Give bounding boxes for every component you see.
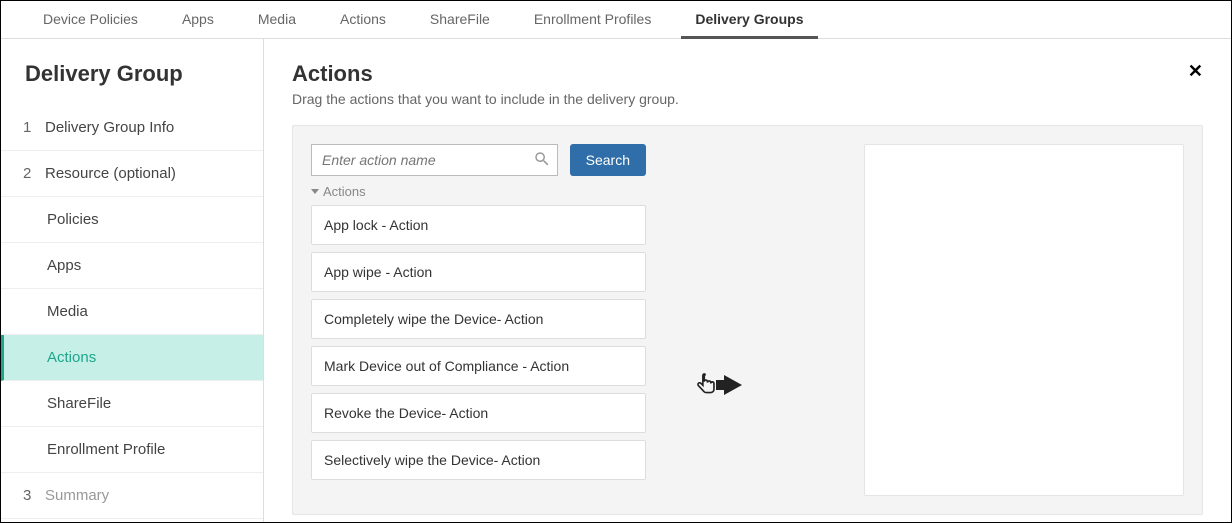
sidebar-item-apps[interactable]: Apps [1, 243, 263, 289]
tab-enrollment-profiles[interactable]: Enrollment Profiles [512, 1, 674, 38]
search-input[interactable] [322, 152, 533, 168]
sidebar-step-summary[interactable]: 3 Summary [1, 473, 263, 519]
search-box [311, 144, 558, 176]
tab-apps[interactable]: Apps [160, 1, 236, 38]
drag-hint [664, 144, 774, 496]
tab-delivery-groups[interactable]: Delivery Groups [673, 1, 825, 38]
caret-down-icon [311, 189, 319, 194]
close-icon[interactable]: ✕ [1188, 61, 1203, 82]
page-title: Actions [292, 61, 1203, 87]
sidebar-item-enrollment-profile[interactable]: Enrollment Profile [1, 427, 263, 473]
main-content: Actions Drag the actions that you want t… [264, 39, 1231, 522]
step-number: 3 [23, 487, 35, 504]
sidebar-item-sharefile[interactable]: ShareFile [1, 381, 263, 427]
tab-actions[interactable]: Actions [318, 1, 408, 38]
sidebar-item-policies[interactable]: Policies [1, 197, 263, 243]
top-tabs: Device PoliciesAppsMediaActionsShareFile… [1, 1, 1231, 39]
search-icon[interactable] [533, 150, 551, 171]
action-item[interactable]: App lock - Action [311, 205, 646, 245]
action-item[interactable]: App wipe - Action [311, 252, 646, 292]
target-column[interactable] [864, 144, 1184, 496]
main-layout: Delivery Group 1 Delivery Group Info 2 R… [1, 39, 1231, 522]
sidebar-step-2[interactable]: 2 Resource (optional) [1, 151, 263, 197]
action-item[interactable]: Mark Device out of Compliance - Action [311, 346, 646, 386]
step-number: 2 [23, 165, 35, 182]
page-subtitle: Drag the actions that you want to includ… [292, 91, 1203, 107]
tab-device-policies[interactable]: Device Policies [21, 1, 160, 38]
search-button[interactable]: Search [570, 144, 646, 176]
action-item[interactable]: Selectively wipe the Device- Action [311, 440, 646, 480]
sidebar-item-media[interactable]: Media [1, 289, 263, 335]
sidebar: Delivery Group 1 Delivery Group Info 2 R… [1, 39, 264, 522]
step-label: Resource (optional) [45, 165, 176, 182]
step-label: Summary [45, 487, 109, 504]
section-label-text: Actions [323, 184, 366, 199]
workspace: Search Actions App lock - Action App wipe… [292, 125, 1203, 515]
source-column: Search Actions App lock - Action App wipe… [311, 144, 646, 496]
tab-sharefile[interactable]: ShareFile [408, 1, 512, 38]
hand-pointer-icon [696, 372, 718, 398]
action-item[interactable]: Completely wipe the Device- Action [311, 299, 646, 339]
actions-section-label[interactable]: Actions [311, 184, 646, 199]
sidebar-step-1[interactable]: 1 Delivery Group Info [1, 105, 263, 151]
search-row: Search [311, 144, 646, 176]
step-label: Delivery Group Info [45, 119, 174, 136]
sidebar-item-actions[interactable]: Actions [1, 335, 263, 381]
action-item[interactable]: Revoke the Device- Action [311, 393, 646, 433]
step-number: 1 [23, 119, 35, 136]
arrow-right-icon [724, 375, 742, 395]
tab-media[interactable]: Media [236, 1, 318, 38]
sidebar-title: Delivery Group [1, 39, 263, 105]
